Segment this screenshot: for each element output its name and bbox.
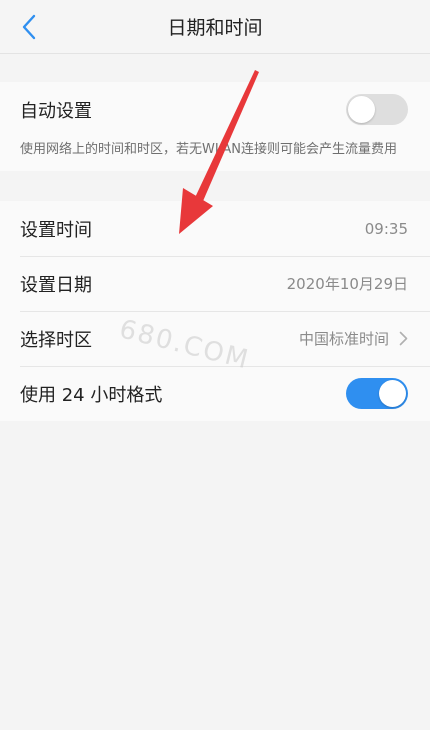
auto-setting-toggle[interactable]: [346, 94, 408, 125]
auto-setting-label: 自动设置: [20, 100, 92, 122]
timezone-value-wrap: 中国标准时间: [299, 328, 408, 349]
red-arrow-annotation: [179, 70, 259, 234]
set-date-row[interactable]: 设置日期 2020年10月29日: [0, 256, 430, 311]
title-bar: 日期和时间: [0, 0, 430, 54]
hour24-row[interactable]: 使用 24 小时格式: [0, 366, 430, 421]
timezone-label: 选择时区: [20, 329, 92, 351]
hour24-toggle[interactable]: [346, 378, 408, 409]
set-date-value: 2020年10月29日: [286, 275, 408, 293]
toggle-knob: [348, 96, 375, 123]
hour24-label: 使用 24 小时格式: [20, 384, 163, 406]
back-button[interactable]: [14, 12, 44, 42]
toggle-knob: [379, 380, 406, 407]
chevron-left-icon: [22, 14, 36, 40]
page-title: 日期和时间: [167, 17, 263, 39]
chevron-right-icon: [399, 331, 408, 346]
set-time-label: 设置时间: [20, 219, 92, 241]
timezone-value: 中国标准时间: [298, 330, 389, 348]
set-date-label: 设置日期: [20, 274, 92, 296]
set-time-value: 09:35: [364, 219, 408, 238]
